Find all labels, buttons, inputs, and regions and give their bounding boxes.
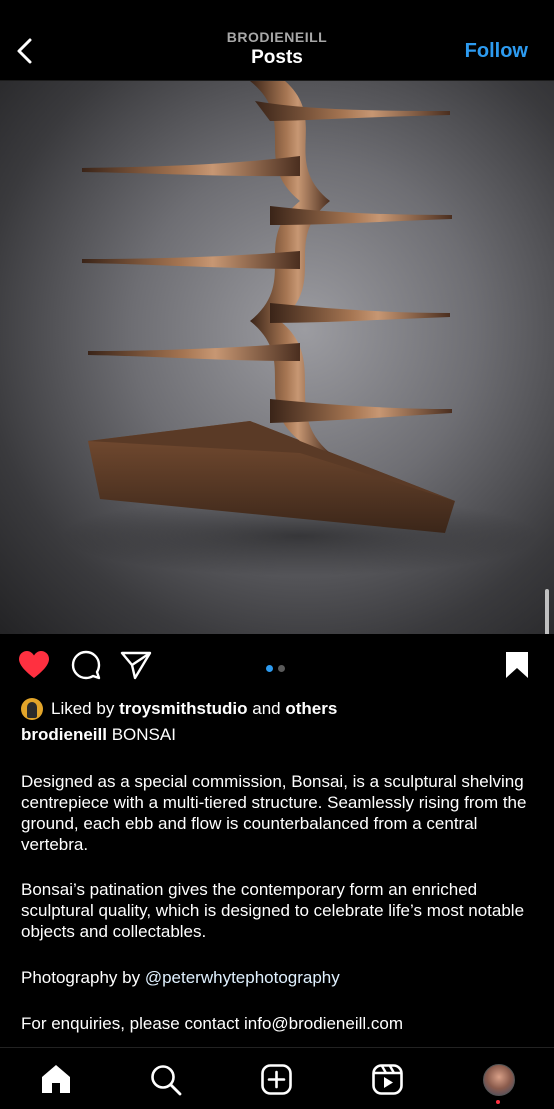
reels-icon[interactable] (372, 1064, 403, 1095)
photo-credit-prefix: Photography by (21, 968, 141, 987)
bottom-nav (0, 1047, 554, 1109)
likes-line[interactable]: Liked by troysmithstudio and others (21, 698, 337, 720)
carousel-dot-active (266, 665, 273, 672)
post-action-bar (0, 640, 554, 688)
liker-avatar (21, 698, 43, 720)
likes-prefix: Liked by (51, 699, 115, 718)
profile-avatar[interactable] (483, 1064, 515, 1096)
bonsai-shelf-photo (60, 81, 540, 576)
caption-username[interactable]: brodieneill (21, 725, 107, 744)
top-bar: BRODIENEILL Posts Follow (0, 0, 554, 81)
liker-username[interactable]: troysmithstudio (119, 699, 247, 719)
scrollbar[interactable] (545, 589, 549, 634)
post-image[interactable] (0, 81, 554, 634)
caption-paragraph-2: Bonsai’s patination gives the contempora… (21, 880, 525, 941)
caption-title: BONSAI (111, 725, 176, 744)
likes-joiner: and (252, 699, 281, 718)
share-icon[interactable] (120, 650, 152, 680)
heart-icon[interactable] (18, 650, 50, 680)
likes-others[interactable]: others (285, 699, 337, 719)
caption-paragraph-1: Designed as a special commission, Bonsai… (21, 772, 527, 854)
caption-photo-credit-line: Photography by @peterwhytephotography (21, 967, 541, 988)
carousel-dot (278, 665, 285, 672)
search-icon[interactable] (150, 1064, 182, 1096)
caption-header: brodieneill BONSAI (21, 725, 176, 745)
photographer-mention[interactable]: @peterwhytephotography (145, 968, 340, 987)
home-icon[interactable] (40, 1064, 72, 1094)
comment-icon[interactable] (71, 650, 101, 680)
caption-enquiries: For enquiries, please contact info@brodi… (21, 1014, 404, 1033)
bookmark-icon[interactable] (504, 650, 530, 680)
follow-button[interactable]: Follow (465, 40, 528, 63)
carousel-indicator (266, 659, 290, 677)
notification-dot (496, 1100, 500, 1104)
create-icon[interactable] (261, 1064, 292, 1095)
